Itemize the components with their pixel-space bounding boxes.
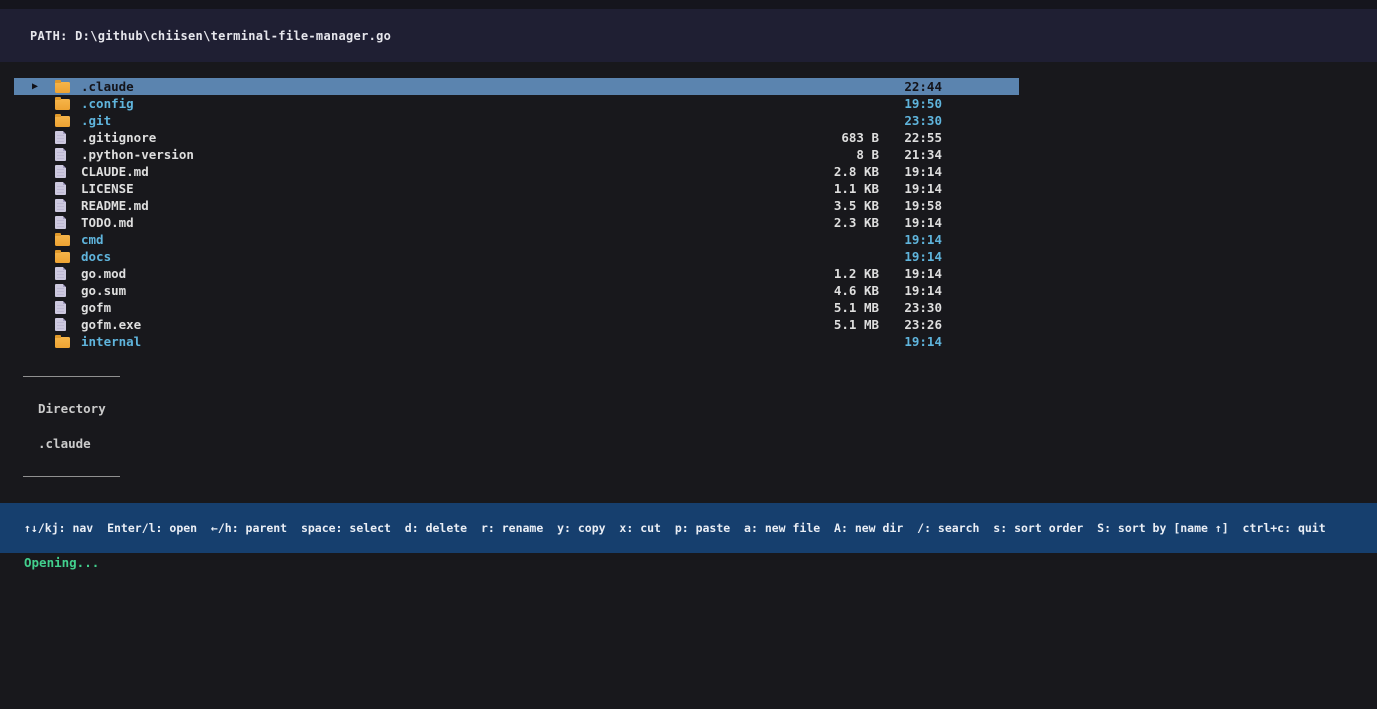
file-icon [55, 148, 81, 161]
file-name: go.sum [81, 282, 759, 299]
file-modified-time: 19:50 [879, 95, 942, 112]
file-icon [55, 182, 81, 195]
file-name: CLAUDE.md [81, 163, 759, 180]
file-modified-time: 19:14 [879, 282, 942, 299]
folder-icon [55, 114, 81, 127]
file-size: 2.8 KB [759, 163, 879, 180]
file-size: 683 B [759, 129, 879, 146]
file-row[interactable]: go.sum4.6 KB19:14 [14, 282, 1019, 299]
path-bar: PATH: D:\github\chiisen\terminal-file-ma… [0, 9, 1377, 62]
file-name: README.md [81, 197, 759, 214]
file-modified-time: 21:34 [879, 146, 942, 163]
file-name: TODO.md [81, 214, 759, 231]
file-icon [55, 267, 81, 280]
file-modified-time: 23:26 [879, 316, 942, 333]
detail-panel-type-label: Directory [38, 401, 106, 416]
folder-icon [55, 335, 81, 348]
folder-icon [55, 250, 81, 263]
file-name: go.mod [81, 265, 759, 282]
file-row[interactable]: cmd 19:14 [14, 231, 1019, 248]
file-row[interactable]: gofm.exe5.1 MB23:26 [14, 316, 1019, 333]
file-name: .config [81, 95, 759, 112]
file-size: 1.1 KB [759, 180, 879, 197]
file-name: gofm [81, 299, 759, 316]
file-name: gofm.exe [81, 316, 759, 333]
file-icon [55, 301, 81, 314]
current-path: PATH: D:\github\chiisen\terminal-file-ma… [30, 29, 391, 43]
file-row[interactable]: docs 19:14 [14, 248, 1019, 265]
file-size: 5.1 MB [759, 316, 879, 333]
detail-panel-divider-top [23, 376, 120, 377]
file-modified-time: 23:30 [879, 299, 942, 316]
file-name: .claude [81, 78, 759, 95]
detail-panel-divider-bottom [23, 476, 120, 477]
file-row[interactable]: README.md3.5 KB19:58 [14, 197, 1019, 214]
file-icon [55, 318, 81, 331]
file-name: cmd [81, 231, 759, 248]
file-modified-time: 19:14 [879, 163, 942, 180]
file-modified-time: 22:55 [879, 129, 942, 146]
file-row[interactable]: .gitignore683 B22:55 [14, 129, 1019, 146]
file-modified-time: 19:14 [879, 333, 942, 350]
file-name: internal [81, 333, 759, 350]
file-modified-time: 19:14 [879, 214, 942, 231]
file-size: 1.2 KB [759, 265, 879, 282]
file-icon [55, 131, 81, 144]
file-row[interactable]: .config 19:50 [14, 95, 1019, 112]
file-name: .git [81, 112, 759, 129]
file-modified-time: 22:44 [879, 78, 942, 95]
file-modified-time: 19:14 [879, 265, 942, 282]
file-row[interactable]: .git 23:30 [14, 112, 1019, 129]
file-name: .gitignore [81, 129, 759, 146]
file-row[interactable]: gofm5.1 MB23:30 [14, 299, 1019, 316]
file-row[interactable]: go.mod1.2 KB19:14 [14, 265, 1019, 282]
file-size: 3.5 KB [759, 197, 879, 214]
file-row[interactable]: CLAUDE.md2.8 KB19:14 [14, 163, 1019, 180]
file-list: ▶.claude22:44.config19:50.git23:30.gitig… [14, 78, 1019, 350]
file-modified-time: 19:58 [879, 197, 942, 214]
selection-pointer-icon: ▶ [14, 78, 55, 95]
file-modified-time: 19:14 [879, 180, 942, 197]
file-size: 2.3 KB [759, 214, 879, 231]
folder-icon [55, 233, 81, 246]
folder-icon [55, 97, 81, 110]
file-row[interactable]: ▶ .claude 22:44 [14, 78, 1019, 95]
file-size: 4.6 KB [759, 282, 879, 299]
file-modified-time: 23:30 [879, 112, 942, 129]
file-row[interactable]: .python-version8 B21:34 [14, 146, 1019, 163]
folder-icon [55, 80, 81, 93]
file-row[interactable]: internal 19:14 [14, 333, 1019, 350]
status-message: Opening... [24, 555, 99, 570]
file-icon [55, 284, 81, 297]
file-row[interactable]: LICENSE1.1 KB19:14 [14, 180, 1019, 197]
hotkey-bar-text: ↑↓/kj: nav Enter/l: open ←/h: parent spa… [24, 521, 1326, 535]
file-size: 5.1 MB [759, 299, 879, 316]
file-modified-time: 19:14 [879, 248, 942, 265]
detail-panel-file-name: .claude [38, 436, 91, 451]
file-icon [55, 199, 81, 212]
file-icon [55, 216, 81, 229]
file-row[interactable]: TODO.md2.3 KB19:14 [14, 214, 1019, 231]
file-modified-time: 19:14 [879, 231, 942, 248]
file-name: LICENSE [81, 180, 759, 197]
file-size: 8 B [759, 146, 879, 163]
file-name: .python-version [81, 146, 759, 163]
file-name: docs [81, 248, 759, 265]
terminal-file-manager-window: PATH: D:\github\chiisen\terminal-file-ma… [0, 0, 1377, 709]
hotkey-bar: ↑↓/kj: nav Enter/l: open ←/h: parent spa… [0, 503, 1377, 553]
title-bar [0, 0, 1377, 9]
file-icon [55, 165, 81, 178]
